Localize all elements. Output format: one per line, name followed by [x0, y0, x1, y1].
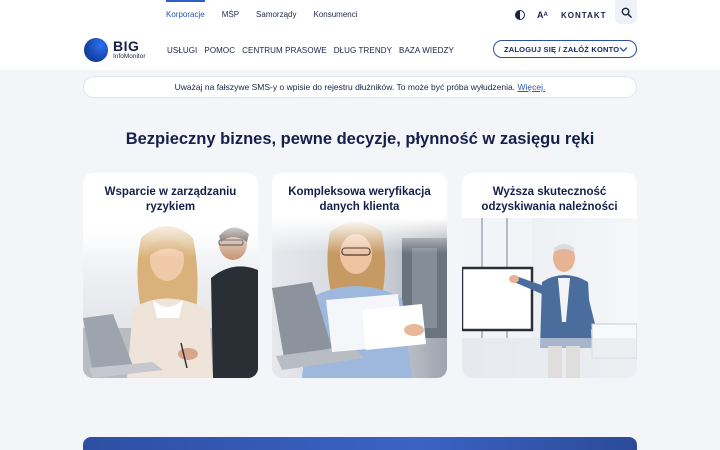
alert-more-link[interactable]: Więcej. — [517, 82, 545, 92]
card-title: Kompleksowa weryfikacja danych klienta — [272, 185, 447, 215]
font-size-button[interactable]: AA — [537, 0, 548, 30]
logo-big: BIG — [113, 38, 140, 55]
font-size-small-glyph: A — [543, 12, 548, 18]
top-bar: Korporacje MŚP Samorządy Konsumenci AA K… — [0, 0, 720, 30]
tab-konsumenci[interactable]: Konsumenci — [314, 0, 358, 30]
contrast-icon — [515, 10, 525, 20]
card-risk-management[interactable]: Wsparcie w zarządzaniu ryzykiem — [83, 173, 258, 378]
card-photo — [462, 218, 637, 378]
login-label: ZALOGUJ SIĘ / ZAŁÓŻ KONTO — [504, 44, 620, 54]
card-photo — [272, 218, 447, 378]
nav-links: USŁUGI POMOC CENTRUM PRASOWE DŁUG TRENDY… — [167, 30, 454, 70]
nav-item-uslugi[interactable]: USŁUGI — [167, 46, 197, 55]
chevron-down-icon — [619, 47, 628, 52]
card-title-line: danych klienta — [319, 201, 400, 213]
nav-item-centrum-prasowe[interactable]: CENTRUM PRASOWE — [242, 46, 327, 55]
card-title-line: Wsparcie w zarządzaniu — [104, 186, 237, 198]
main-nav: BIG InfoMonitor USŁUGI POMOC CENTRUM PRA… — [0, 30, 720, 70]
card-photo — [83, 218, 258, 378]
alert-text: Uważaj na fałszywe SMS-y o wpisie do rej… — [174, 82, 518, 92]
tab-samorzady[interactable]: Samorządy — [256, 0, 296, 30]
card-client-verification[interactable]: Kompleksowa weryfikacja danych klienta — [272, 173, 447, 378]
search-button[interactable] — [615, 0, 637, 24]
search-icon — [621, 7, 632, 18]
card-title: Wsparcie w zarządzaniu ryzykiem — [83, 185, 258, 215]
promo-banner — [83, 437, 637, 450]
tab-msp[interactable]: MŚP — [222, 0, 239, 30]
nav-item-dlug-trendy[interactable]: DŁUG TRENDY — [334, 46, 392, 55]
contact-link[interactable]: KONTAKT — [561, 0, 607, 30]
card-title: Wyższa skuteczność odzyskiwania należnoś… — [462, 185, 637, 215]
login-button[interactable]: ZALOGUJ SIĘ / ZAŁÓŻ KONTO — [493, 40, 637, 58]
card-title-line: Wyższa skuteczność — [492, 186, 607, 198]
logo-mark — [84, 38, 108, 62]
page-headline: Bezpieczny biznes, pewne decyzje, płynno… — [125, 130, 595, 148]
tab-korporacje[interactable]: Korporacje — [166, 0, 205, 30]
card-debt-recovery[interactable]: Wyższa skuteczność odzyskiwania należnoś… — [462, 173, 637, 378]
segment-tabs: Korporacje MŚP Samorządy Konsumenci — [166, 0, 358, 30]
card-title-line: Kompleksowa weryfikacja — [288, 186, 431, 198]
sms-warning-alert: Uważaj na fałszywe SMS-y o wpisie do rej… — [83, 76, 637, 98]
card-title-line: ryzykiem — [145, 201, 196, 213]
contrast-button[interactable] — [515, 0, 527, 30]
nav-item-baza-wiedzy[interactable]: BAZA WIEDZY — [399, 46, 454, 55]
logo-sub: InfoMonitor — [113, 53, 146, 61]
logo[interactable]: BIG InfoMonitor — [84, 38, 146, 62]
card-title-line: odzyskiwania należności — [481, 201, 618, 213]
nav-item-pomoc[interactable]: POMOC — [204, 46, 235, 55]
